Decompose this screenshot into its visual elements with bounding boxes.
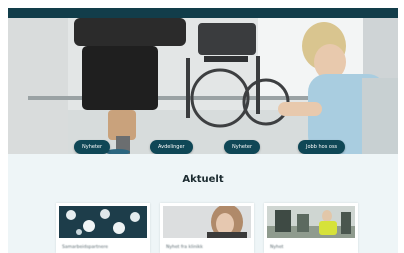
section-heading: Aktuelt xyxy=(182,174,224,185)
woman-portrait xyxy=(163,206,251,238)
hero-photo xyxy=(8,18,398,154)
card-image xyxy=(267,206,355,238)
dots-graphic xyxy=(59,206,147,238)
hero-button-3[interactable]: Nyheter xyxy=(224,140,261,154)
hero-button-2[interactable]: Avdelinger xyxy=(150,140,193,154)
card-title: Nyhet xyxy=(270,245,284,250)
card-title: Nyhet fra klinikk xyxy=(166,245,203,250)
news-card-1[interactable]: Samarbeidspartnere xyxy=(56,203,150,253)
card-title: Samarbeidspartnere xyxy=(62,245,109,250)
hero-button-1[interactable]: Nyheter xyxy=(74,140,111,154)
news-section: Aktuelt Samarbeidspartnere Nyhet fra kli… xyxy=(8,154,398,253)
card-image xyxy=(59,206,147,238)
card-image xyxy=(163,206,251,238)
top-bar xyxy=(0,0,404,18)
header-strip xyxy=(8,8,398,18)
training-room xyxy=(267,206,355,238)
news-card-3[interactable]: Nyhet xyxy=(264,203,358,253)
hero-image: Nyheter Avdelinger Nyheter Jobb hos oss xyxy=(8,18,398,154)
news-card-2[interactable]: Nyhet fra klinikk xyxy=(160,203,254,253)
hero-button-4[interactable]: Jobb hos oss xyxy=(298,140,346,154)
